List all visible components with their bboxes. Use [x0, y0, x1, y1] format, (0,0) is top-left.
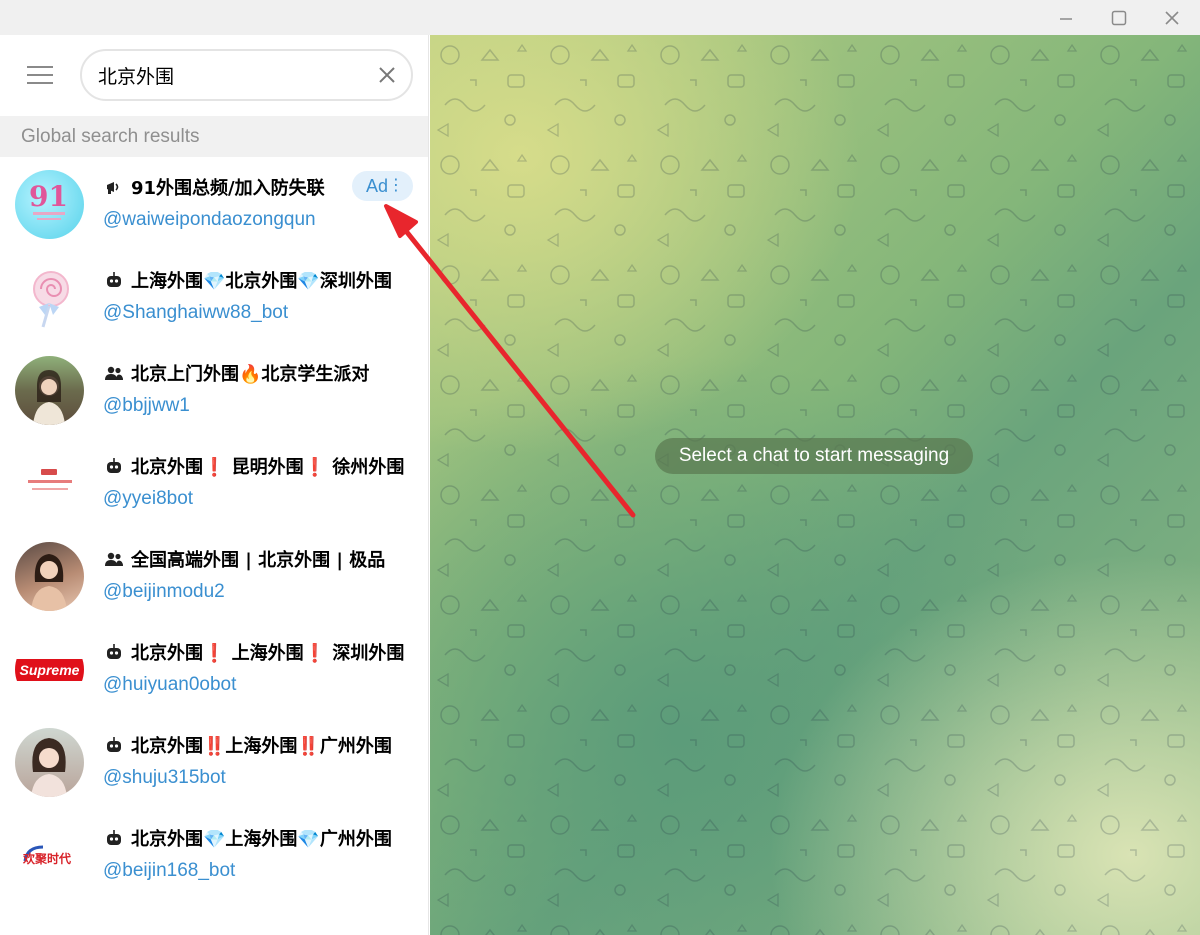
- lollipop-avatar-image: [33, 271, 69, 328]
- result-title: 北京外围💎上海外围💎广州外围: [103, 825, 408, 851]
- group-icon: [103, 362, 125, 384]
- clear-search-button[interactable]: [375, 63, 399, 87]
- result-handle[interactable]: @shuju315bot: [103, 767, 226, 789]
- result-title: 上海外围💎北京外围💎深圳外围: [103, 267, 408, 293]
- result-title: 北京外围‼️上海外围‼️广州外围: [103, 732, 408, 758]
- select-chat-hint: Select a chat to start messaging: [655, 438, 973, 474]
- list-item[interactable]: 全国高端外围 | 北京外围 | 极品 @beijinmodu2: [0, 529, 428, 622]
- close-icon: [379, 67, 395, 83]
- maximize-button[interactable]: [1095, 0, 1143, 35]
- sidebar: Global search results 91 91外围总频/加入防失联 @w…: [0, 35, 429, 935]
- maximize-icon: [1111, 10, 1127, 25]
- avatar: [15, 728, 84, 797]
- results-list: 91 91外围总频/加入防失联 @waiweipondaozongqun Ad …: [0, 157, 428, 901]
- result-handle[interactable]: @yyei8bot: [103, 488, 193, 510]
- result-title: 北京外围❗ 昆明外围❗ 徐州外围: [103, 453, 408, 479]
- wallpaper-pattern: [430, 35, 1200, 935]
- photo-avatar-image: [31, 738, 67, 797]
- photo-avatar-image: [31, 554, 67, 611]
- list-item[interactable]: 北京上门外围🔥北京学生派对 @bbjjww1: [0, 343, 428, 436]
- result-handle[interactable]: @beijinmodu2: [103, 581, 225, 603]
- text-logo-avatar-image: 欢聚时代: [22, 845, 71, 866]
- search-input[interactable]: [98, 51, 368, 99]
- result-title: 北京上门外围🔥北京学生派对: [103, 360, 408, 386]
- result-handle[interactable]: @huiyuan0obot: [103, 674, 236, 696]
- svg-text:欢聚时代: 欢聚时代: [22, 851, 71, 866]
- avatar: [15, 263, 84, 332]
- window-titlebar: [0, 0, 1200, 35]
- avatar: [15, 449, 84, 518]
- global-search-results-header: Global search results: [0, 116, 428, 157]
- chat-area: Select a chat to start messaging: [430, 35, 1200, 935]
- close-icon: [1165, 10, 1179, 25]
- more-options-icon[interactable]: ⋮: [388, 171, 404, 201]
- bot-icon: [103, 641, 125, 663]
- result-handle[interactable]: @beijin168_bot: [103, 860, 235, 882]
- ad-badge[interactable]: Ad ⋮: [352, 171, 413, 201]
- hamburger-icon: [27, 66, 53, 84]
- minimize-button[interactable]: [1042, 0, 1090, 35]
- text-logo-avatar-image: [28, 469, 72, 490]
- megaphone-icon: [103, 176, 125, 198]
- minimize-icon: [1060, 17, 1072, 20]
- result-handle[interactable]: @bbjjww1: [103, 395, 190, 417]
- result-title: 全国高端外围 | 北京外围 | 极品: [103, 546, 408, 572]
- bot-icon: [103, 734, 125, 756]
- ad-label: Ad: [366, 176, 389, 196]
- avatar: [15, 542, 84, 611]
- result-handle[interactable]: @waiweipondaozongqun: [103, 209, 316, 231]
- result-handle[interactable]: @Shanghaiww88_bot: [103, 302, 288, 324]
- bot-icon: [103, 269, 125, 291]
- photo-avatar-image: [33, 370, 65, 425]
- bot-icon: [103, 827, 125, 849]
- close-window-button[interactable]: [1148, 0, 1196, 35]
- supreme-logo-avatar-image: Supreme: [15, 659, 84, 681]
- avatar: 欢聚时代: [15, 821, 84, 890]
- avatar: [15, 356, 84, 425]
- search-box: [80, 49, 413, 101]
- list-item[interactable]: 欢聚时代 北京外围💎上海外围💎广州外围 @beijin168_bot: [0, 808, 428, 901]
- list-item[interactable]: 上海外围💎北京外围💎深圳外围 @Shanghaiww88_bot: [0, 250, 428, 343]
- bot-icon: [103, 455, 125, 477]
- list-item[interactable]: 北京外围❗ 昆明外围❗ 徐州外围 @yyei8bot: [0, 436, 428, 529]
- menu-button[interactable]: [20, 57, 60, 93]
- svg-text:Supreme: Supreme: [20, 662, 80, 678]
- avatar: Supreme: [15, 635, 84, 704]
- result-title: 北京外围❗ 上海外围❗ 深圳外围: [103, 639, 408, 665]
- search-bar-area: [0, 35, 428, 116]
- svg-text:91: 91: [29, 180, 68, 213]
- list-item[interactable]: 91 91外围总频/加入防失联 @waiweipondaozongqun Ad …: [0, 157, 428, 250]
- list-item[interactable]: 北京外围‼️上海外围‼️广州外围 @shuju315bot: [0, 715, 428, 808]
- channel-avatar-image: 91: [29, 180, 68, 220]
- avatar: 91: [15, 170, 84, 239]
- group-icon: [103, 548, 125, 570]
- list-item[interactable]: Supreme 北京外围❗ 上海外围❗ 深圳外围 @huiyuan0obot: [0, 622, 428, 715]
